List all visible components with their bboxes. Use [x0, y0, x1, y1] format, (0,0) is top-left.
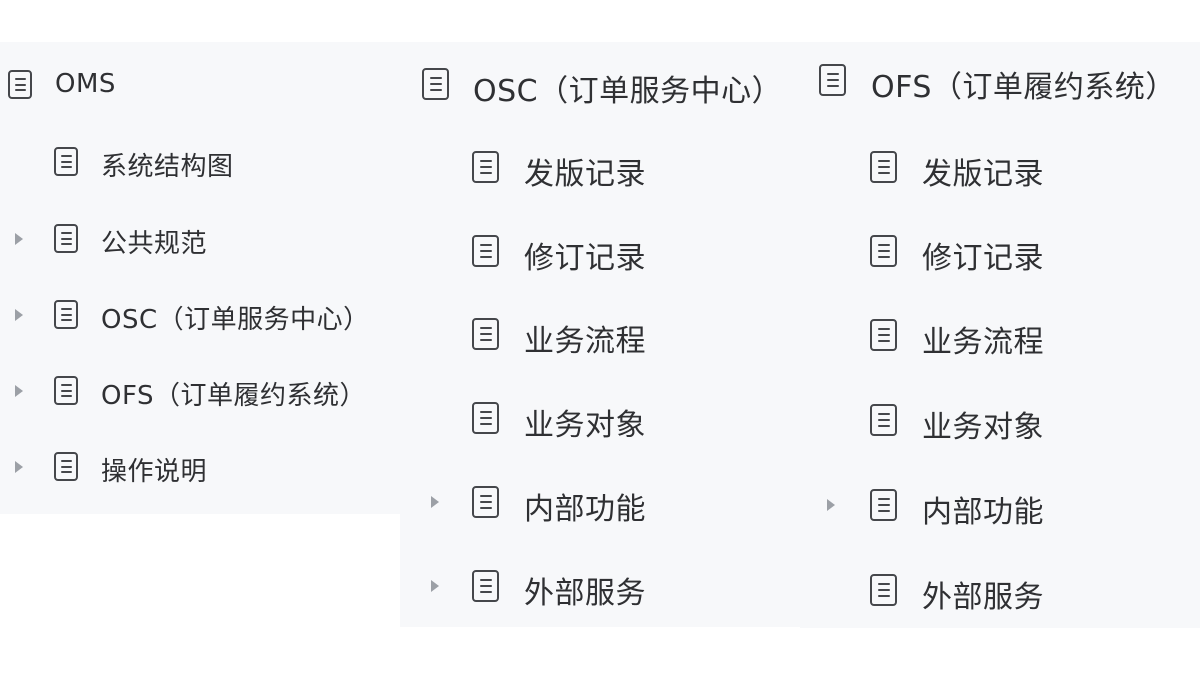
document-icon [870, 574, 897, 606]
tree-node-label: 修订记录 [922, 241, 1044, 276]
document-icon [54, 376, 78, 405]
caret-right-icon[interactable] [15, 233, 23, 245]
document-icon [819, 64, 846, 96]
caret-right-icon[interactable] [431, 580, 439, 592]
tree-node-release-notes[interactable]: 发版记录 [400, 145, 802, 192]
tree-node-label: 发版记录 [922, 157, 1044, 192]
tree-node-label: 操作说明 [101, 457, 208, 487]
caret-right-icon[interactable] [15, 461, 23, 473]
document-icon [870, 404, 897, 436]
caret-right-icon[interactable] [15, 385, 23, 397]
tree-node-label: 业务对象 [922, 410, 1044, 445]
tree-node-operation-guide[interactable]: 操作说明 [0, 445, 408, 489]
tree-node-label: 内部功能 [524, 492, 646, 527]
tree-node-ofs[interactable]: OFS（订单履约系统） [0, 369, 408, 413]
tree-node-label: OFS（订单履约系统） [871, 70, 1176, 105]
tree-node-label: OFS（订单履约系统） [101, 381, 366, 411]
oms-tree-panel: OMS 系统结构图 公共规范 OSC（订单服务中心） OFS（订单履约系统） 操… [0, 42, 408, 514]
document-icon [870, 235, 897, 267]
tree-node-internal-functions[interactable]: 内部功能 [800, 483, 1200, 530]
caret-right-icon[interactable] [827, 499, 835, 511]
tree-node-label: OSC（订单服务中心） [473, 74, 783, 109]
tree-node-revision-history[interactable]: 修订记录 [400, 229, 802, 276]
tree-node-label: 系统结构图 [101, 152, 234, 182]
tree-node-oms[interactable]: OMS [0, 63, 408, 107]
document-icon [54, 300, 78, 329]
tree-node-osc-root[interactable]: OSC（订单服务中心） [400, 62, 802, 109]
caret-right-icon[interactable] [15, 309, 23, 321]
document-icon [54, 452, 78, 481]
tree-node-business-process[interactable]: 业务流程 [800, 313, 1200, 360]
tree-node-label: 业务流程 [922, 325, 1044, 360]
tree-node-label: 公共规范 [101, 229, 208, 259]
document-icon [472, 235, 499, 267]
tree-node-system-structure[interactable]: 系统结构图 [0, 140, 408, 184]
document-icon [472, 318, 499, 350]
document-icon [54, 224, 78, 253]
tree-node-business-process[interactable]: 业务流程 [400, 312, 802, 359]
tree-node-label: 修订记录 [524, 241, 646, 276]
tree-node-label: OMS [55, 69, 116, 99]
document-icon [422, 68, 449, 100]
tree-node-label: OSC（订单服务中心） [101, 305, 370, 335]
tree-node-business-objects[interactable]: 业务对象 [400, 396, 802, 443]
document-icon [8, 70, 32, 99]
document-icon [472, 151, 499, 183]
document-icon [472, 570, 499, 602]
document-icon [870, 489, 897, 521]
tree-node-ofs-root[interactable]: OFS（订单履约系统） [800, 58, 1200, 105]
tree-node-osc[interactable]: OSC（订单服务中心） [0, 293, 408, 337]
tree-node-public-spec[interactable]: 公共规范 [0, 217, 408, 261]
tree-node-revision-history[interactable]: 修订记录 [800, 229, 1200, 276]
tree-node-label: 外部服务 [524, 576, 646, 611]
caret-right-icon[interactable] [431, 496, 439, 508]
tree-node-label: 业务对象 [524, 408, 646, 443]
document-icon [472, 486, 499, 518]
tree-node-business-objects[interactable]: 业务对象 [800, 398, 1200, 445]
document-icon [54, 147, 78, 176]
osc-tree-panel: OSC（订单服务中心） 发版记录 修订记录 业务流程 业务对象 内部功能 外部服… [400, 42, 802, 627]
tree-node-external-services[interactable]: 外部服务 [400, 564, 802, 611]
tree-node-external-services[interactable]: 外部服务 [800, 568, 1200, 615]
document-icon [870, 151, 897, 183]
tree-node-label: 业务流程 [524, 324, 646, 359]
tree-node-label: 内部功能 [922, 495, 1044, 530]
tree-node-label: 外部服务 [922, 580, 1044, 615]
tree-node-release-notes[interactable]: 发版记录 [800, 145, 1200, 192]
document-icon [870, 319, 897, 351]
document-icon [472, 402, 499, 434]
tree-node-internal-functions[interactable]: 内部功能 [400, 480, 802, 527]
tree-node-label: 发版记录 [524, 157, 646, 192]
ofs-tree-panel: OFS（订单履约系统） 发版记录 修订记录 业务流程 业务对象 内部功能 外部服… [800, 42, 1200, 628]
